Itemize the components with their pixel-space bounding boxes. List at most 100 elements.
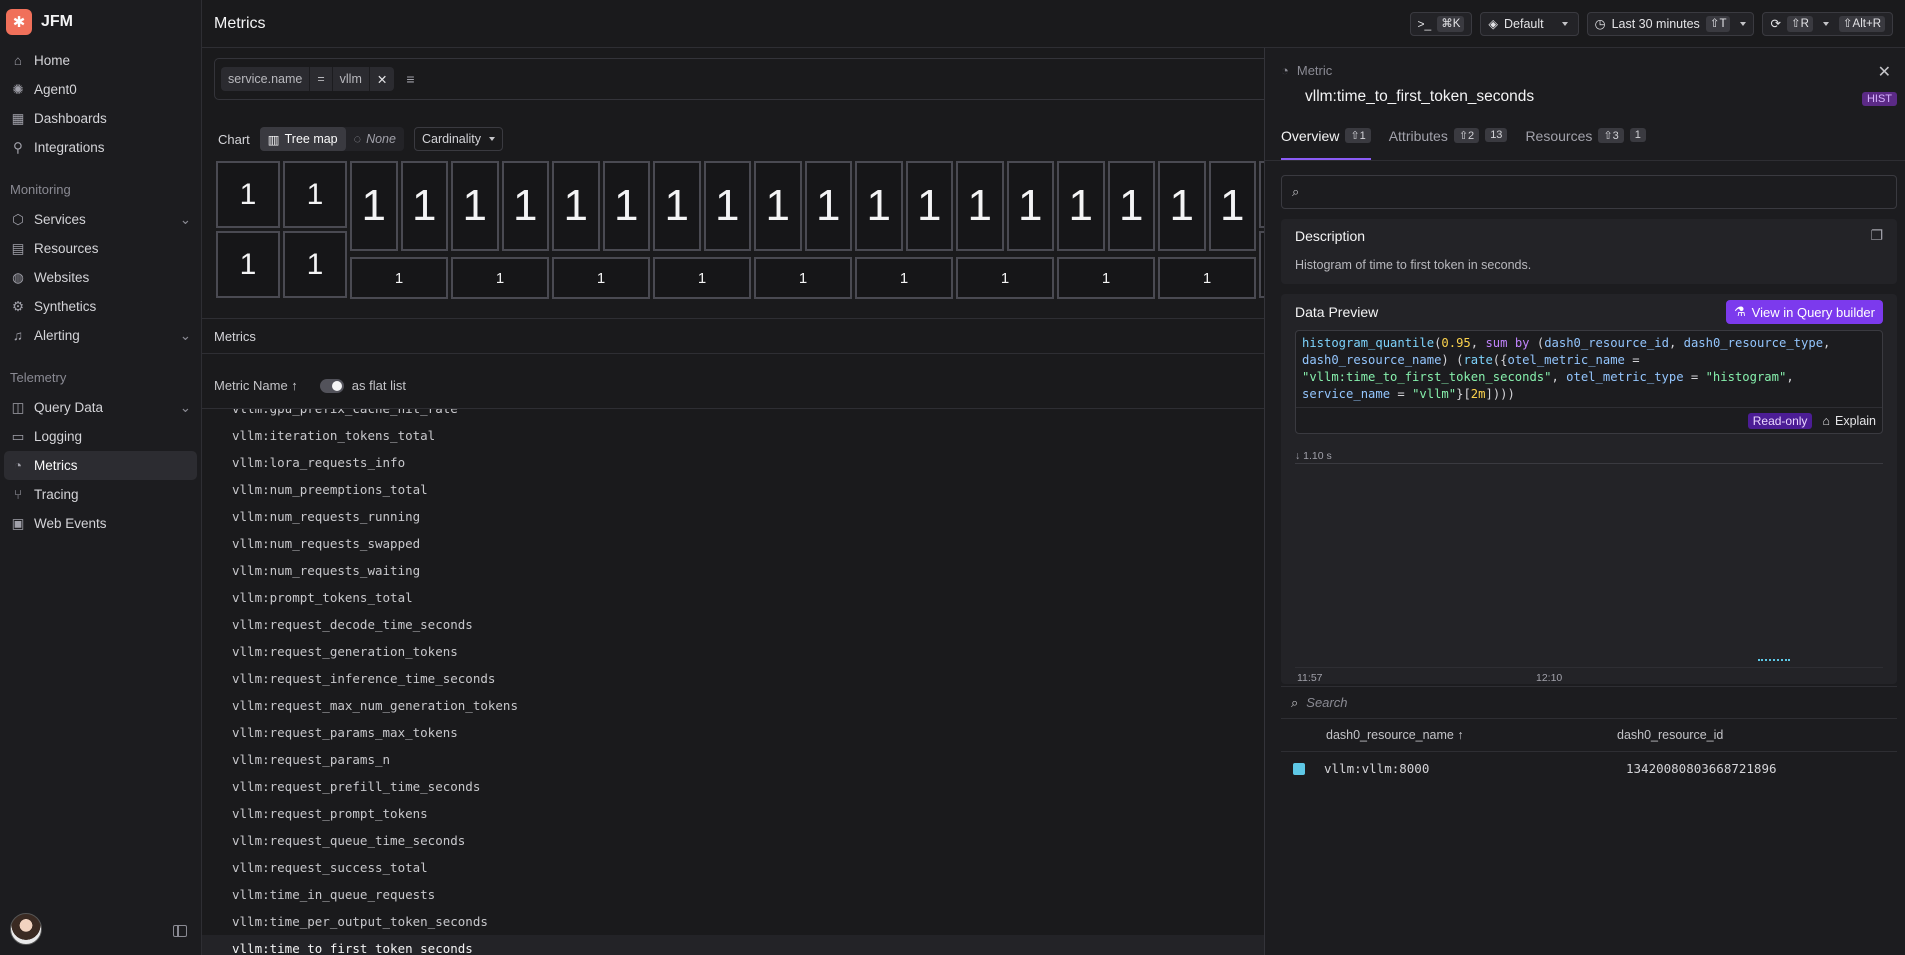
filter-chip[interactable]: service.name = vllm ✕ <box>221 67 395 91</box>
grouping-select[interactable]: Cardinality <box>413 127 504 151</box>
treemap-cell[interactable]: 1 <box>703 161 751 251</box>
metric-list-item[interactable]: vllm:lora_requests_info <box>202 449 1267 476</box>
series-swatch[interactable] <box>1293 762 1305 775</box>
copy-icon[interactable]: ❐ <box>1870 227 1883 244</box>
treemap-cell[interactable]: 1 <box>754 257 852 299</box>
table-search-input[interactable]: ⌕ Search <box>1281 686 1897 719</box>
treemap-cell[interactable]: 1 <box>350 161 398 251</box>
treemap-cell[interactable]: 1 <box>653 257 751 299</box>
explain-button[interactable]: ⌂ Explain <box>1822 414 1876 428</box>
treemap-cell[interactable]: 1 <box>400 161 448 251</box>
treemap-cell[interactable]: 1 <box>552 257 650 299</box>
chevron-down-icon[interactable]: ⌄ <box>180 400 191 416</box>
treemap-cell[interactable]: 1 <box>956 257 1054 299</box>
treemap-cell[interactable]: 1 <box>653 161 701 251</box>
filter-icon[interactable]: ≡ <box>406 71 414 87</box>
treemap-cell[interactable]: 1 <box>754 161 802 251</box>
sidebar-item-web-events[interactable]: ▣ Web Events <box>4 509 197 538</box>
sidebar-item-synthetics[interactable]: ⚙ Synthetics <box>4 292 197 321</box>
tree-map-option[interactable]: ▥ Tree map <box>259 127 346 151</box>
metric-name-sort[interactable]: Metric Name ↑ <box>214 378 298 393</box>
treemap-cell[interactable]: 1 <box>602 161 650 251</box>
metric-list-item[interactable]: vllm:time_in_queue_requests <box>202 881 1267 908</box>
treemap-cell[interactable]: 1 <box>501 161 549 251</box>
treemap-cell[interactable]: 1 <box>1208 161 1256 251</box>
treemap-cell[interactable]: 1 <box>451 257 549 299</box>
tab-overview[interactable]: Overview ⇧1 <box>1281 128 1371 160</box>
treemap-cell[interactable]: 1 <box>216 231 280 298</box>
metric-list-item[interactable]: vllm:prompt_tokens_total <box>202 584 1267 611</box>
command-palette-button[interactable]: >_ ⌘K <box>1409 11 1473 36</box>
metric-list-item[interactable]: vllm:request_inference_time_seconds <box>202 665 1267 692</box>
treemap-cell[interactable]: 1 <box>350 257 448 299</box>
treemap-cell[interactable]: 1 <box>1006 161 1054 251</box>
metric-list-item[interactable]: vllm:request_prompt_tokens <box>202 800 1267 827</box>
flat-list-toggle[interactable] <box>319 378 344 393</box>
sidebar-item-websites[interactable]: ◍ Websites <box>4 263 197 292</box>
treemap-cell[interactable]: 1 <box>956 161 1004 251</box>
treemap-cell[interactable]: 1 <box>1057 161 1105 251</box>
treemap-cell[interactable]: 1 <box>451 161 499 251</box>
metric-list-item[interactable]: vllm:num_requests_waiting <box>202 557 1267 584</box>
metric-list-item[interactable]: vllm:request_params_max_tokens <box>202 719 1267 746</box>
sidebar-item-logging[interactable]: ▭ Logging <box>4 422 197 451</box>
sidebar-item-resources[interactable]: ▤ Resources <box>4 234 197 263</box>
treemap-cell[interactable]: 1 <box>855 257 953 299</box>
brand[interactable]: ✱ JFM <box>0 0 201 44</box>
metric-list-item[interactable]: vllm:time_to_first_token_seconds <box>202 935 1267 955</box>
collapse-sidebar-icon[interactable] <box>173 925 187 937</box>
close-icon[interactable]: ✕ <box>1878 62 1891 82</box>
sidebar-item-alerting[interactable]: ♫ Alerting ⌄ <box>4 321 197 350</box>
treemap-cell[interactable]: 1 <box>1057 257 1155 299</box>
sidebar-item-tracing[interactable]: ⑂ Tracing <box>4 480 197 509</box>
sidebar-item-integrations[interactable]: ⚲ Integrations <box>4 133 197 162</box>
treemap-cell[interactable]: 1 <box>905 161 953 251</box>
treemap-cell[interactable]: 1 <box>552 161 600 251</box>
sidebar-item-services[interactable]: ⬡ Services ⌄ <box>4 205 197 234</box>
metric-list-item[interactable]: vllm:request_generation_tokens <box>202 638 1267 665</box>
refresh-group[interactable]: ⟳ ⇧R ⇧Alt+R <box>1762 11 1893 36</box>
treemap-cell[interactable]: 1 <box>1158 257 1256 299</box>
metric-list-item[interactable]: vllm:request_prefill_time_seconds <box>202 773 1267 800</box>
time-range-select[interactable]: ◷ Last 30 minutes ⇧T <box>1586 11 1755 36</box>
view-in-query-builder-button[interactable]: ⚗ View in Query builder <box>1726 300 1883 324</box>
treemap-cell[interactable]: 1 <box>283 161 347 228</box>
tab-resources[interactable]: Resources ⇧3 1 <box>1525 128 1646 160</box>
sidebar-item-home[interactable]: ⌂ Home <box>4 46 197 75</box>
metric-list-item[interactable]: vllm:request_queue_time_seconds <box>202 827 1267 854</box>
chevron-down-icon[interactable] <box>1822 21 1829 26</box>
metric-list-item[interactable]: vllm:num_requests_running <box>202 503 1267 530</box>
metric-list-item[interactable]: vllm:request_decode_time_seconds <box>202 611 1267 638</box>
treemap-cell[interactable]: 1 <box>1107 161 1155 251</box>
treemap-cell[interactable]: 1 <box>855 161 903 251</box>
treemap-cell[interactable]: 1 <box>216 161 280 228</box>
treemap-cell[interactable]: 1 <box>283 231 347 298</box>
chevron-down-icon[interactable]: ⌄ <box>180 212 191 228</box>
dataset-select[interactable]: ◈ Default <box>1480 11 1579 36</box>
panel-search-input[interactable]: ⌕ <box>1281 175 1897 209</box>
metric-list-item[interactable]: vllm:num_preemptions_total <box>202 476 1267 503</box>
metric-list-item[interactable]: vllm:request_max_num_generation_tokens <box>202 692 1267 719</box>
treemap-cell[interactable]: 1 <box>1158 161 1206 251</box>
treemap-cell[interactable]: 1 <box>804 161 852 251</box>
tab-attributes[interactable]: Attributes ⇧2 13 <box>1389 128 1508 160</box>
table-row[interactable]: vllm:vllm:8000 13420080803668721896 <box>1281 752 1897 785</box>
sidebar-item-agent0[interactable]: ✺ Agent0 <box>4 75 197 104</box>
sidebar-item-dashboards[interactable]: ▦ Dashboards <box>4 104 197 133</box>
col-resource-id[interactable]: dash0_resource_id <box>1617 728 1723 742</box>
close-icon[interactable]: ✕ <box>370 67 394 91</box>
sidebar-item-metrics[interactable]: ◔ Metrics <box>4 451 197 480</box>
metric-list-item[interactable]: vllm:gpu_prefix_cache_hit_rate <box>202 409 1267 422</box>
metric-list-item[interactable]: vllm:num_requests_swapped <box>202 530 1267 557</box>
chevron-down-icon[interactable]: ⌄ <box>180 328 191 344</box>
none-option[interactable]: ◌ None <box>346 127 404 151</box>
filter-bar[interactable]: service.name = vllm ✕ ≡ <box>214 58 1314 100</box>
sidebar-item-query-data[interactable]: ◫ Query Data ⌄ <box>4 393 197 422</box>
metric-list-item[interactable]: vllm:time_per_output_token_seconds <box>202 908 1267 935</box>
metric-list-item[interactable]: vllm:request_params_n <box>202 746 1267 773</box>
query-editor[interactable]: histogram_quantile(0.95, sum by (dash0_r… <box>1295 330 1883 434</box>
metric-list-item[interactable]: vllm:iteration_tokens_total <box>202 422 1267 449</box>
avatar[interactable] <box>10 913 42 945</box>
col-resource-name[interactable]: dash0_resource_name ↑ <box>1281 728 1617 742</box>
metric-list-item[interactable]: vllm:request_success_total <box>202 854 1267 881</box>
